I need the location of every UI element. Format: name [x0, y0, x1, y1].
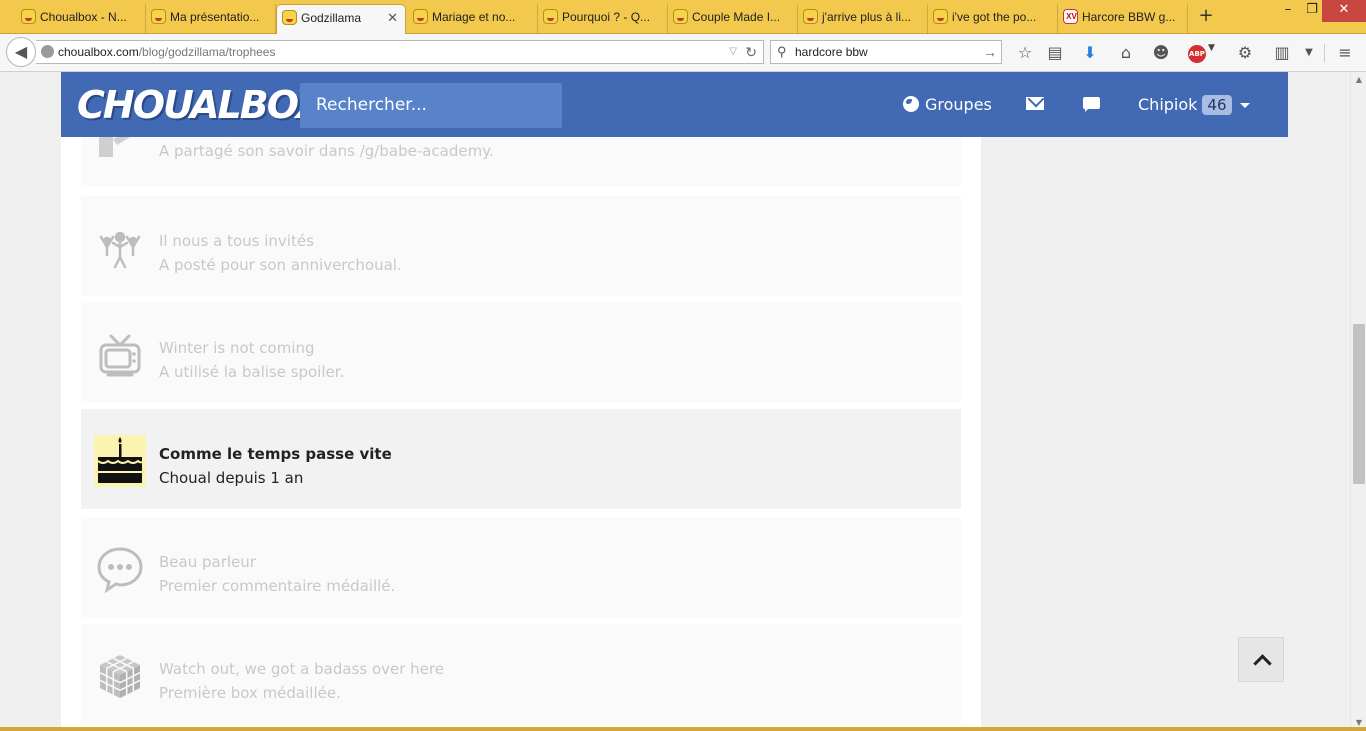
- groups-link[interactable]: Groupes: [903, 72, 992, 137]
- chat-icon[interactable]: [1083, 97, 1100, 112]
- trophy-description: A partagé son savoir dans /g/babe-academ…: [159, 142, 494, 160]
- choualbox-favicon-icon: [543, 9, 558, 24]
- url-path: /blog/godzillama/trophees: [138, 45, 276, 59]
- trophy-title: Comme le temps passe vite: [159, 445, 392, 463]
- browser-tab-bar: Choualbox - N... Ma présentatio... Godzi…: [0, 0, 1366, 35]
- window-close-icon[interactable]: ✕: [1322, 0, 1366, 22]
- caret-down-icon: [1239, 103, 1250, 108]
- url-history-dropdown-icon[interactable]: ▽: [729, 41, 737, 63]
- speech-bubble-icon: [97, 547, 143, 594]
- tv-icon: [99, 334, 141, 377]
- choualbox-favicon-icon: [282, 10, 297, 25]
- choualbox-favicon-icon: [413, 9, 428, 24]
- trophy-title: Il nous a tous invités: [159, 232, 314, 250]
- url-host: choualbox.com: [58, 45, 139, 59]
- browser-search-input[interactable]: ⚲ hardcore bbw →: [770, 40, 1002, 64]
- download-icon[interactable]: ⬇: [1079, 42, 1101, 64]
- trophy-title: Watch out, we got a badass over here: [159, 660, 444, 678]
- trophy-description: Choual depuis 1 an: [159, 469, 304, 487]
- search-go-icon[interactable]: →: [983, 41, 997, 63]
- choualbox-favicon-icon: [21, 9, 36, 24]
- browser-tab[interactable]: Choualbox - N...: [16, 4, 146, 34]
- cube-icon: [99, 655, 141, 698]
- browser-search-value: hardcore bbw: [795, 45, 868, 59]
- page-scrollbar[interactable]: ▲ ▼: [1350, 72, 1366, 731]
- browser-tab-active[interactable]: Godzillama ✕: [276, 4, 406, 35]
- browser-tab[interactable]: j'arrive plus à li...: [798, 4, 928, 34]
- browser-tab[interactable]: Harcore BBW g...: [1058, 4, 1188, 34]
- toolbar-dropdown-icon[interactable]: ▼: [1298, 42, 1320, 64]
- mail-icon[interactable]: [1026, 97, 1044, 110]
- trophy-item: Watch out, we got a badass over here Pre…: [81, 624, 961, 724]
- scroll-up-arrow-icon[interactable]: ▲: [1351, 72, 1366, 88]
- trophy-description: A posté pour son anniverchoual.: [159, 256, 402, 274]
- trophy-item: Beau parleur Premier commentaire médaill…: [81, 517, 961, 617]
- choualbox-favicon-icon: [803, 9, 818, 24]
- home-icon[interactable]: ⌂: [1115, 42, 1137, 64]
- adblock-icon[interactable]: ABP: [1188, 45, 1206, 63]
- page-viewport: A partagé son savoir dans /g/babe-academ…: [0, 72, 1350, 731]
- choualbox-favicon-icon: [151, 9, 166, 24]
- browser-tab[interactable]: Mariage et no...: [408, 4, 538, 34]
- toolbar-separator: [1324, 44, 1325, 62]
- trophy-title: Beau parleur: [159, 553, 256, 571]
- scroll-to-top-button[interactable]: [1238, 637, 1284, 682]
- browser-tab[interactable]: Ma présentatio...: [146, 4, 276, 34]
- site-identity-icon: [41, 45, 54, 58]
- trophy-description: A utilisé la balise spoiler.: [159, 363, 345, 381]
- trophy-title: Winter is not coming: [159, 339, 315, 357]
- user-name: Chipiok: [1138, 95, 1198, 114]
- addon-icon[interactable]: ⚙: [1234, 42, 1256, 64]
- tab-close-icon[interactable]: ✕: [387, 5, 398, 31]
- crowd-icon: [99, 231, 141, 269]
- trophy-item-unlocked: Comme le temps passe vite Choual depuis …: [81, 409, 961, 509]
- adblock-dropdown-icon[interactable]: ▼: [1208, 43, 1215, 53]
- scrollbar-thumb[interactable]: [1353, 324, 1365, 484]
- arrow-left-icon: ◀: [14, 42, 28, 61]
- browser-tab[interactable]: Pourquoi ? - Q...: [538, 4, 668, 34]
- browser-tab[interactable]: Couple Made I...: [668, 4, 798, 34]
- clipboard-icon[interactable]: ▥: [1271, 42, 1293, 64]
- notification-badge: 46: [1202, 95, 1232, 115]
- chat-addon-icon[interactable]: ☻: [1150, 42, 1172, 64]
- choualbox-favicon-icon: [673, 9, 688, 24]
- trophy-item: Winter is not coming A utilisé la balise…: [81, 303, 961, 403]
- bookmark-star-icon[interactable]: ☆: [1014, 42, 1036, 64]
- groups-label: Groupes: [925, 95, 992, 114]
- trophy-description: Premier commentaire médaillé.: [159, 577, 396, 595]
- user-menu[interactable]: Chipiok 46: [1138, 72, 1250, 137]
- browser-nav-bar: ◀ choualbox.com/blog/godzillama/trophees…: [0, 34, 1366, 72]
- search-icon: ⚲: [777, 44, 787, 59]
- site-search-input[interactable]: Rechercher...: [300, 83, 562, 128]
- site-header: CHOUALBOX Rechercher... Groupes Chipiok 4…: [61, 72, 1288, 137]
- browser-tab[interactable]: i've got the po...: [928, 4, 1058, 34]
- taskbar-edge: [0, 727, 1366, 731]
- menu-icon[interactable]: ≡: [1334, 42, 1356, 64]
- trophy-description: Première box médaillée.: [159, 684, 341, 702]
- globe-icon: [903, 96, 919, 112]
- xv-favicon-icon: [1063, 9, 1079, 24]
- reload-icon[interactable]: ↻: [745, 41, 757, 63]
- bookmarks-list-icon[interactable]: ▤: [1044, 42, 1066, 64]
- trophy-item: Il nous a tous invités A posté pour son …: [81, 196, 961, 296]
- cake-icon: [94, 435, 146, 487]
- url-bar[interactable]: choualbox.com/blog/godzillama/trophees ▽…: [36, 40, 764, 64]
- new-tab-button[interactable]: +: [1196, 4, 1216, 28]
- choualbox-logo[interactable]: CHOUALBOX: [77, 82, 325, 128]
- choualbox-favicon-icon: [933, 9, 948, 24]
- back-button[interactable]: ◀: [6, 37, 36, 67]
